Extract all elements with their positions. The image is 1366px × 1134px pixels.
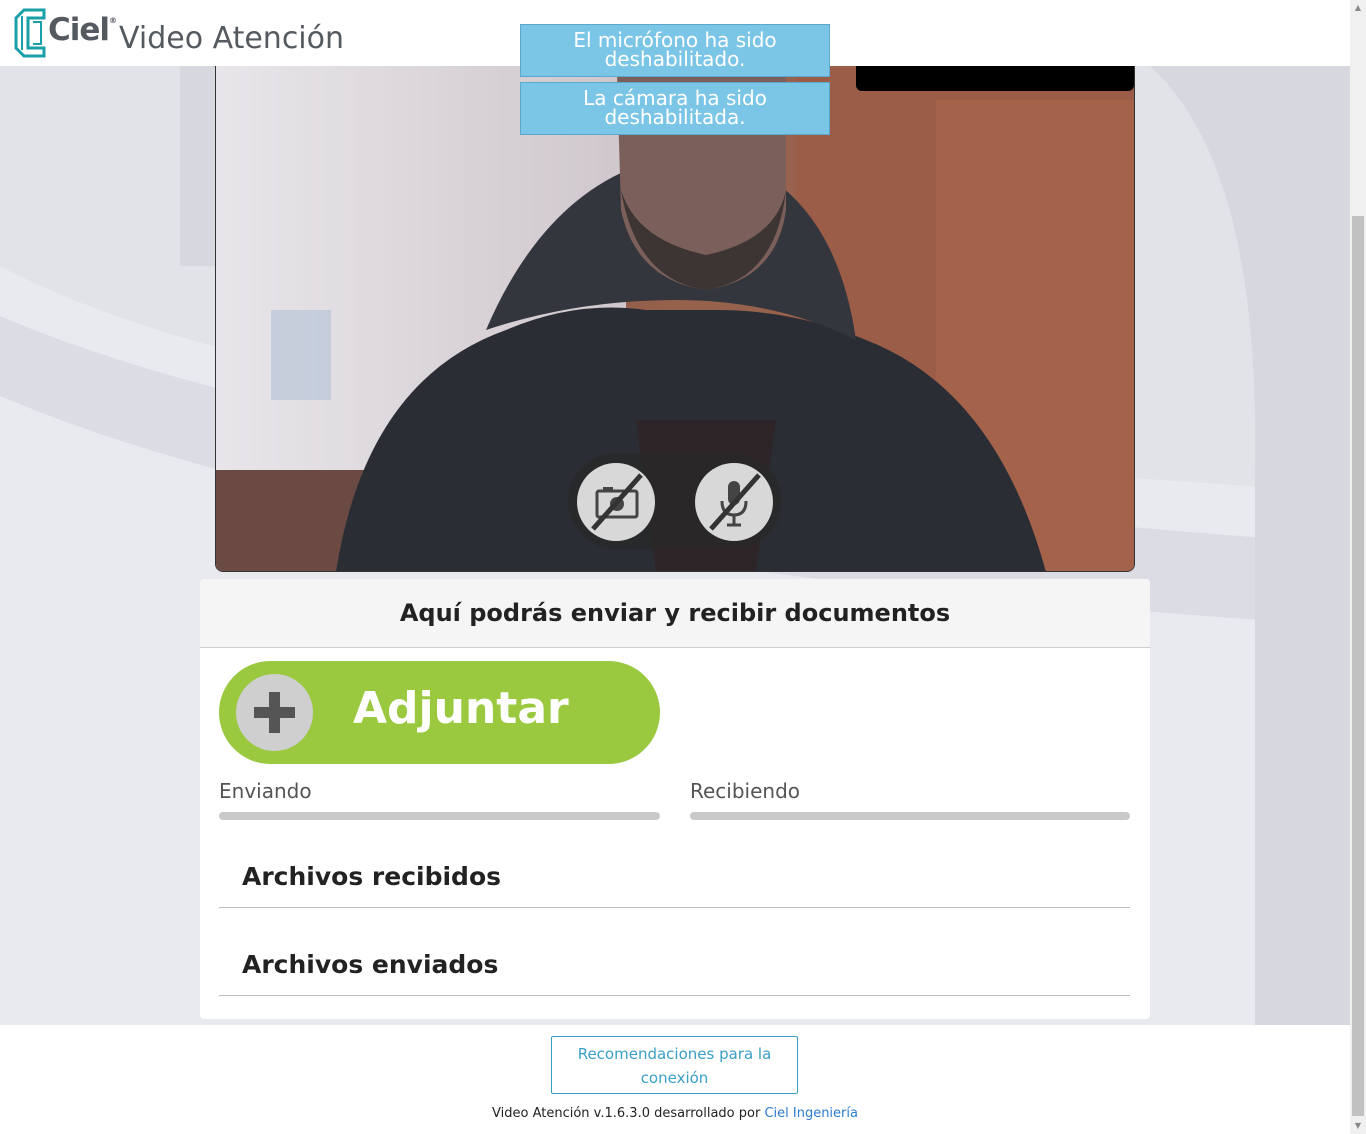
sent-files-section[interactable]: Archivos enviados [219, 938, 1130, 996]
connection-recommendations-button[interactable]: Recomendaciones para la conexión [551, 1036, 798, 1094]
attach-icon-circle [236, 674, 313, 751]
sending-progress-bar [219, 812, 660, 820]
notification-line: deshabilitada. [604, 105, 746, 129]
received-files-section[interactable]: Archivos recibidos [219, 850, 1130, 908]
documents-panel-header: Aquí podrás enviar y recibir documentos [200, 579, 1150, 648]
ciel-ingenieria-link[interactable]: Ciel Ingeniería [764, 1106, 858, 1121]
brand-name: Ciel® [48, 12, 117, 48]
local-video-preview [856, 66, 1134, 91]
ciel-logo-icon [14, 8, 46, 58]
notification-line: deshabilitado. [604, 47, 746, 71]
camera-off-icon [591, 473, 643, 531]
scroll-up-arrow-icon[interactable]: ▲ [1350, 0, 1366, 16]
plus-icon [254, 692, 295, 733]
attach-button[interactable]: Adjuntar [219, 661, 660, 764]
sending-label: Enviando [219, 779, 312, 803]
button-line: Recomendaciones para la [577, 1045, 772, 1063]
microphone-off-icon [709, 473, 761, 531]
sent-files-title: Archivos enviados [242, 950, 499, 979]
camera-toggle-button[interactable] [577, 463, 655, 541]
scroll-down-arrow-icon[interactable]: ▼ [1350, 1118, 1366, 1134]
received-files-title: Archivos recibidos [242, 862, 502, 891]
microphone-disabled-notification: El micrófono ha sido deshabilitado. [520, 24, 830, 77]
scrollbar-thumb[interactable] [1352, 216, 1364, 1116]
button-line: conexión [640, 1069, 709, 1087]
video-controls [568, 453, 782, 549]
registered-mark: ® [109, 16, 117, 25]
receiving-label: Recibiendo [690, 779, 801, 803]
app-title: Video Atención [119, 21, 345, 56]
attach-label: Adjuntar [353, 683, 569, 734]
microphone-toggle-button[interactable] [695, 463, 773, 541]
documents-panel: Aquí podrás enviar y recibir documentos … [200, 579, 1150, 1019]
footer-credit-text: Video Atención v.1.6.3.0 desarrollado po… [492, 1106, 761, 1121]
receiving-progress-bar [690, 812, 1130, 820]
footer-credit: Video Atención v.1.6.3.0 desarrollado po… [0, 1106, 1350, 1121]
camera-disabled-notification: La cámara ha sido deshabilitada. [520, 82, 830, 135]
documents-heading: Aquí podrás enviar y recibir documentos [399, 599, 951, 627]
